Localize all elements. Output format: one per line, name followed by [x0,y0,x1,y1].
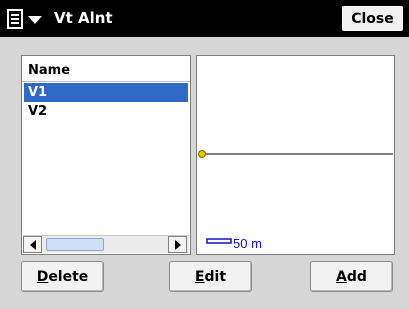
delete-button-accel: D [36,268,49,285]
scroll-right-button[interactable] [168,236,187,253]
scale-bar [206,238,232,244]
delete-button-label: elete [48,268,89,285]
start-point-marker [198,150,206,158]
list-item[interactable]: V1 [24,83,188,102]
scroll-left-button[interactable] [23,236,42,253]
add-button-accel: A [336,268,347,285]
main-panel: Name V1 V2 50 m Delete Edit Add [0,37,409,309]
chevron-down-icon [28,16,42,24]
alignment-preview: 50 m [196,55,395,255]
title-bar: Vt Alnt Close [0,0,409,37]
arrow-right-icon [174,239,181,250]
list-item[interactable]: V2 [24,102,188,121]
window-title: Vt Alnt [54,9,113,27]
arrow-left-icon [29,239,36,250]
edit-button[interactable]: Edit [169,261,252,292]
list-column-header[interactable]: Name [22,56,190,82]
add-button-label: dd [346,268,367,285]
menu-icon [7,9,23,29]
scrollbar-thumb[interactable] [46,238,104,251]
edit-button-accel: E [194,268,205,285]
alignment-preview-canvas [198,150,393,244]
add-button[interactable]: Add [310,261,393,292]
scale-label: 50 m [233,236,262,251]
delete-button[interactable]: Delete [21,261,104,292]
horizontal-scrollbar[interactable] [23,235,189,253]
edit-button-label: dit [204,268,227,285]
close-button[interactable]: Close [342,6,403,31]
start-menu-button[interactable] [4,6,52,32]
alignment-list[interactable]: Name V1 V2 [21,55,191,255]
